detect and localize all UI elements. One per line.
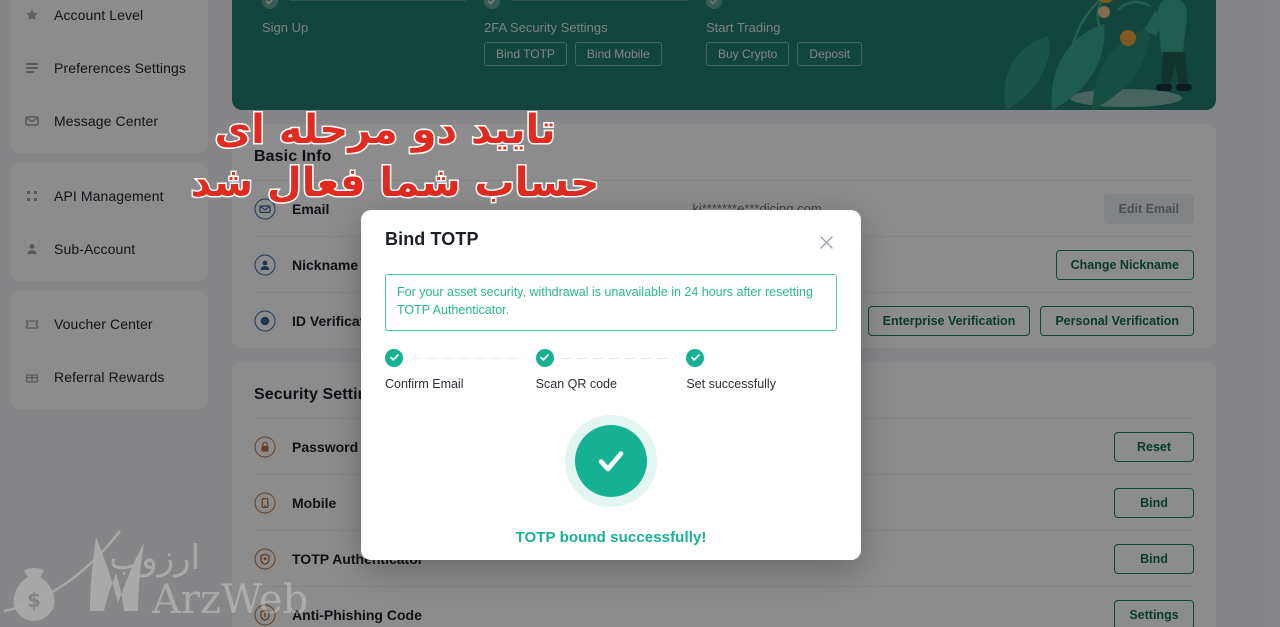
modal-step-connector [411, 357, 524, 359]
modal-stepper: Confirm Email Scan QR code Set successfu… [385, 348, 837, 391]
check-circle-icon [575, 424, 647, 497]
close-icon[interactable] [815, 231, 837, 253]
success-message: TOTP bound successfully! [515, 528, 707, 546]
modal-step-scan-qr: Scan QR code [535, 348, 687, 391]
success-halo [565, 414, 657, 507]
modal-step-label: Scan QR code [535, 376, 617, 391]
modal-step-set-successfully: Set successfully [686, 348, 837, 391]
modal-step-label: Set successfully [686, 376, 776, 391]
modal-header: Bind TOTP [385, 210, 837, 253]
modal-step-label: Confirm Email [385, 376, 464, 391]
check-circle-icon [535, 348, 554, 367]
check-circle-icon [385, 348, 403, 367]
bind-totp-modal: Bind TOTP For your asset security, withd… [361, 210, 861, 560]
security-notice: For your asset security, withdrawal is u… [385, 274, 837, 331]
modal-title: Bind TOTP [385, 229, 479, 249]
success-block: TOTP bound successfully! [385, 414, 837, 546]
modal-step-connector [561, 357, 675, 359]
check-circle-icon [686, 348, 705, 367]
modal-step-confirm-email: Confirm Email [385, 348, 536, 391]
screen: Account Level Preferences Settings Messa… [0, 0, 1280, 627]
